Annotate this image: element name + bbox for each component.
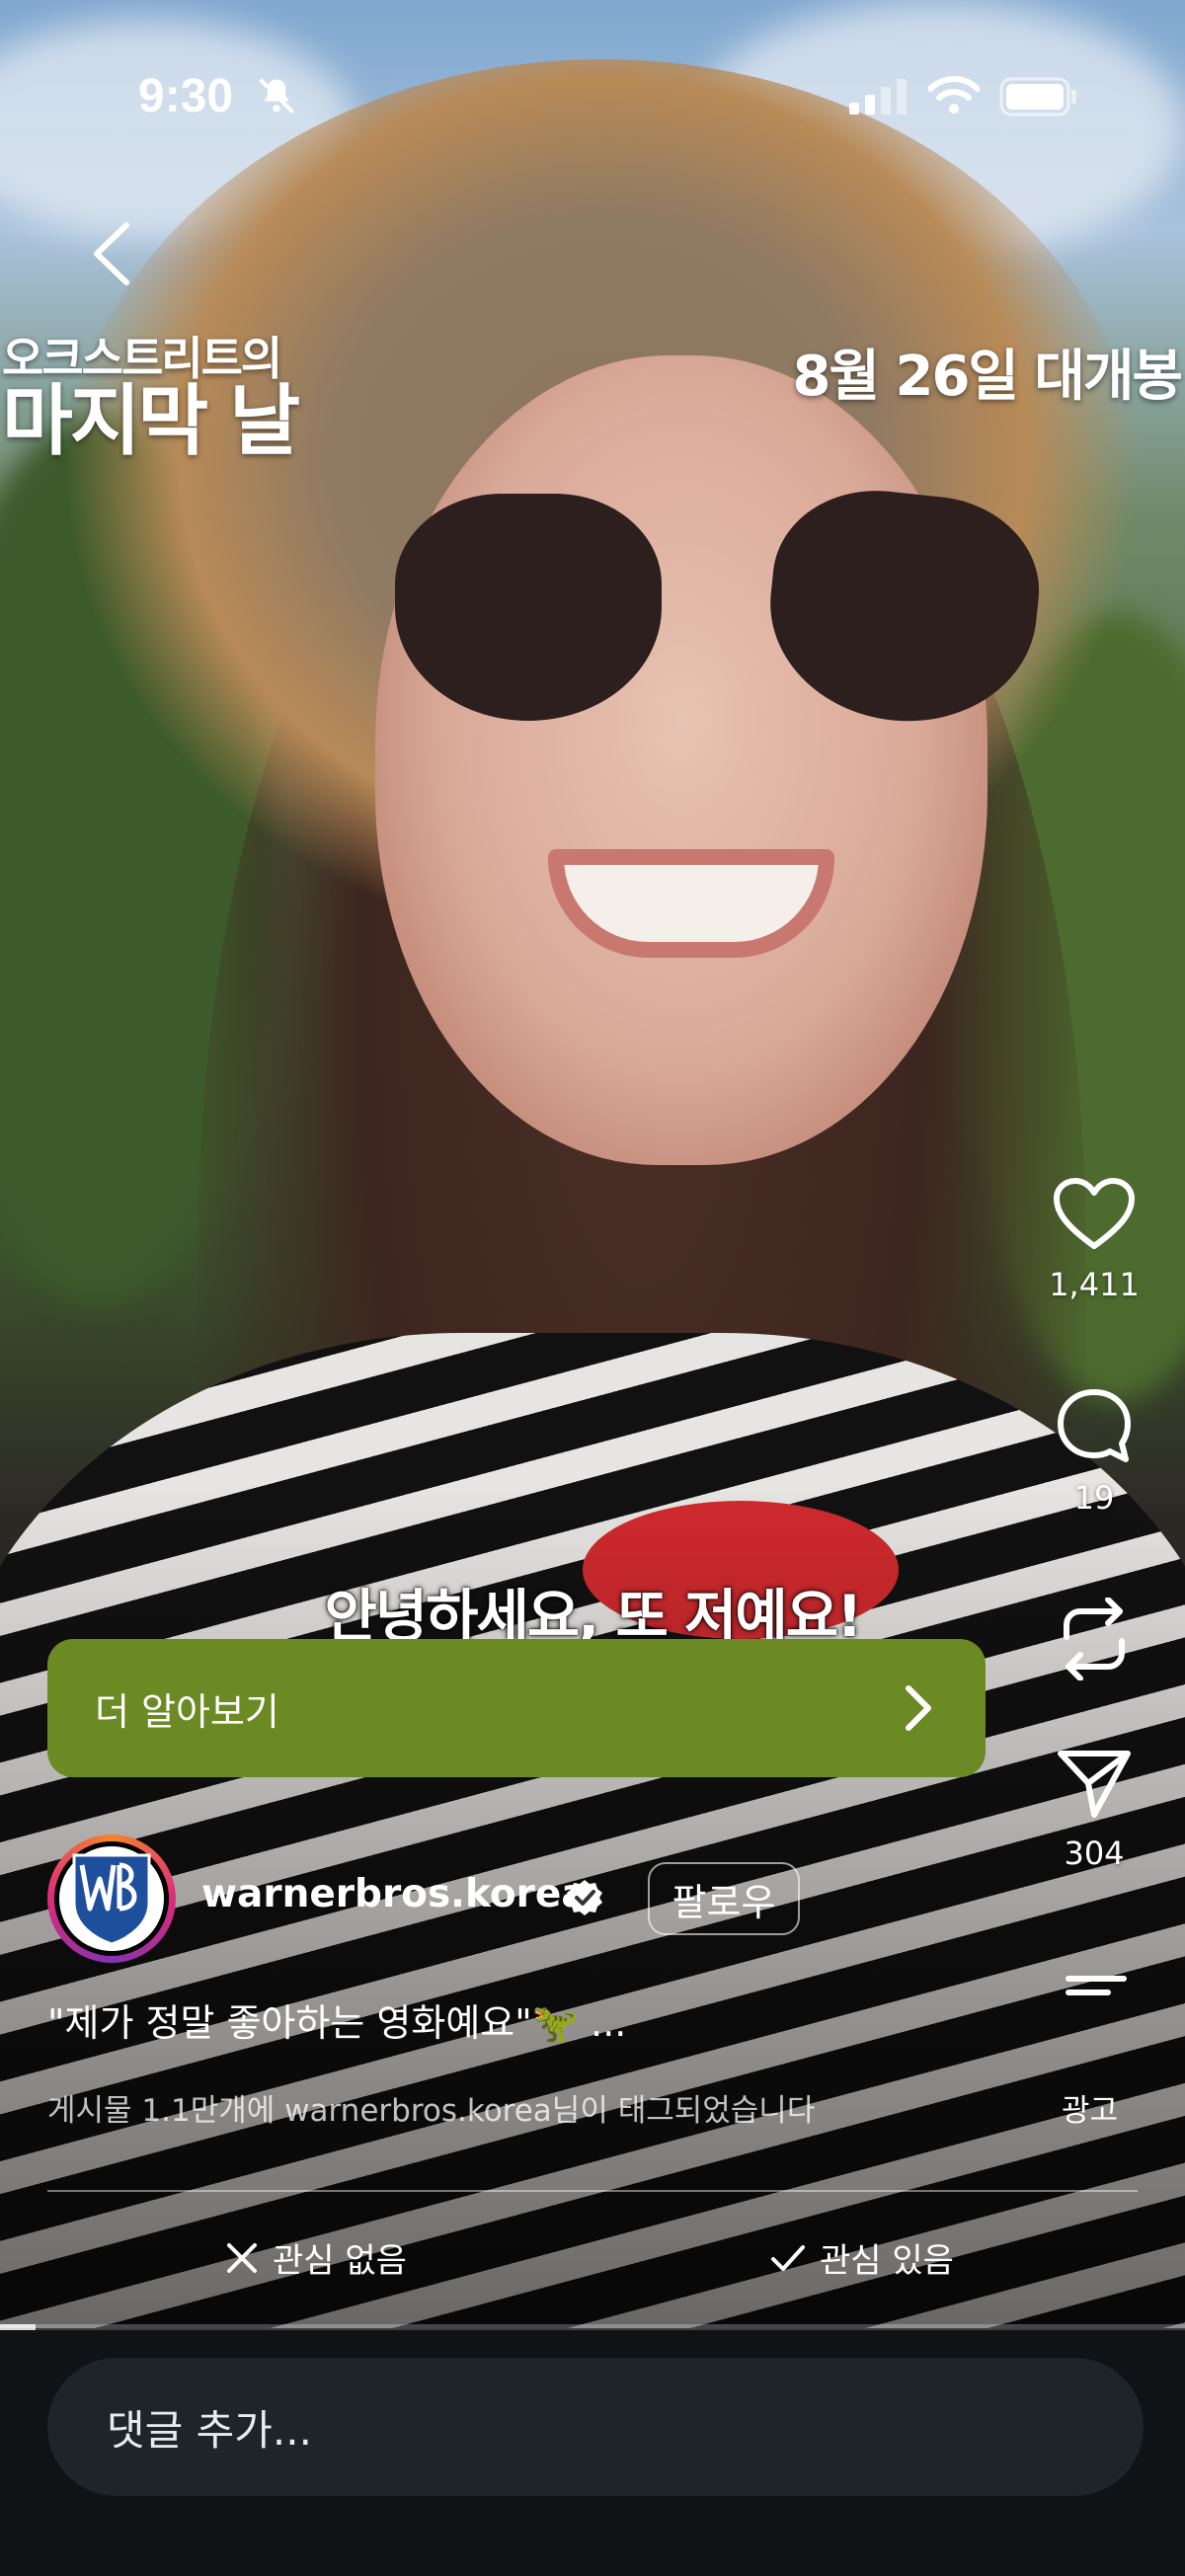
learn-more-label: 더 알아보기 [95,1689,279,1734]
account-avatar[interactable] [47,1834,176,1963]
sunglasses-left [395,494,662,721]
movie-title: 오크스트리트의 마지막 날 [2,332,300,466]
movie-title-line1: 오크스트리트의 [2,332,282,385]
sponsored-label: 광고 [1062,2093,1119,2129]
wb-logo-icon [72,1853,151,1946]
like-button[interactable]: 1,411 [1040,1177,1148,1303]
learn-more-button[interactable]: 더 알아보기 [47,1639,986,1777]
comment-placeholder: 댓글 추가... [107,2405,312,2455]
interested-button[interactable]: 관심 있음 [770,2233,954,2282]
comment-button[interactable]: 19 [1040,1386,1148,1517]
back-chevron-icon[interactable] [87,219,136,288]
movie-title-line2: 마지막 날 [2,377,300,466]
share-button[interactable]: 304 [1040,1746,1148,1872]
like-count: 1,411 [1049,1266,1140,1303]
bell-slash-icon [259,78,294,114]
release-date: 8월 26일 대개봉 [792,345,1183,409]
not-interested-label: 관심 없음 [273,2241,407,2281]
follow-button[interactable]: 팔로우 [648,1862,800,1935]
wifi-icon [928,76,980,114]
chevron-right-icon [906,1685,931,1731]
not-interested-button[interactable]: 관심 없음 [225,2233,407,2282]
battery-icon [999,77,1076,117]
tagged-posts-text[interactable]: 게시물 1.1만개에 warnerbros.korea님이 태그되었습니다 [47,2085,815,2130]
share-count: 304 [1064,1834,1125,1872]
verified-badge-icon [567,1880,602,1915]
close-icon [227,2242,257,2273]
comment-count: 19 [1073,1479,1115,1517]
divider [47,2190,1138,2192]
interested-label: 관심 있음 [820,2241,954,2281]
post-caption[interactable]: "제가 정말 좋아하는 영화예요"🦖 ... [47,1992,626,2047]
cellular-signal-icon [849,79,907,115]
face [375,355,988,1165]
paper-plane-icon [1058,1751,1131,1818]
more-menu-icon[interactable] [1065,1973,1128,2012]
heart-icon [1054,1178,1135,1249]
comment-input[interactable]: 댓글 추가... [47,2358,1144,2496]
checkmark-icon [771,2244,805,2271]
status-time: 9:30 [138,70,234,122]
comment-bubble-icon [1058,1389,1131,1462]
account-username[interactable]: warnerbros.korea [201,1872,588,1916]
